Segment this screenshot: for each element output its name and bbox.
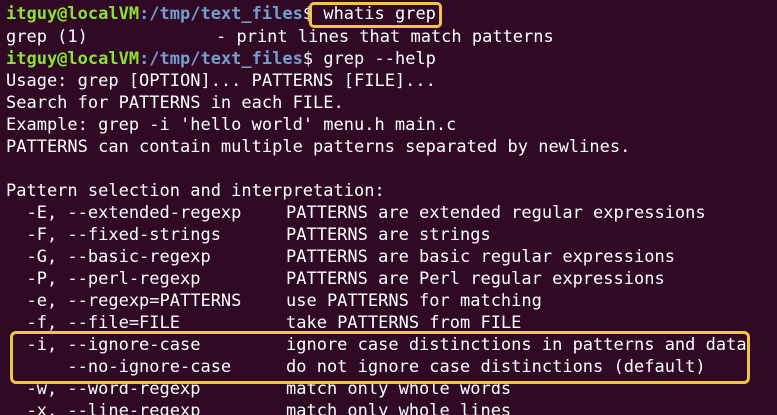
prompt-path: :/tmp/text_files [139,4,303,24]
option-desc: ignore case distinctions in patterns and… [286,335,747,355]
prompt-user: itguy@localVM [6,4,140,24]
option-flag: -G, --basic-regexp [6,247,211,267]
prompt-user: itguy@localVM [6,49,140,69]
option-flag: -x, --line-regexp [6,401,201,415]
command-help: grep --help [323,49,436,69]
help-usage: Usage: grep [OPTION]... PATTERNS [FILE].… [6,71,436,91]
prompt-path: :/tmp/text_files [139,49,303,69]
option-flag: -i, --ignore-case [6,335,201,355]
whatis-desc: - print lines that match patterns [216,27,554,47]
command-whatis: whatis grep [323,4,436,24]
option-flag: --no-ignore-case [6,357,232,377]
option-flag: -e, --regexp=PATTERNS [6,291,242,311]
option-desc: match only whole words [286,379,512,399]
terminal-window[interactable]: itguy@localVM:/tmp/text_files$ whatis gr… [0,0,777,415]
option-flag: -w, --word-regexp [6,379,201,399]
option-flag: -F, --fixed-strings [6,225,221,245]
option-desc: use PATTERNS for matching [286,291,542,311]
prompt-symbol: $ [302,49,314,69]
option-desc: do not ignore case distinctions (default… [286,357,706,377]
help-patterns-note: PATTERNS can contain multiple patterns s… [6,137,631,157]
prompt-line-1: itguy@localVM:/tmp/text_files$ whatis gr… [6,3,436,25]
option-desc: take PATTERNS from FILE [286,313,522,333]
prompt-line-2: itguy@localVM:/tmp/text_files$ grep --he… [6,48,436,70]
help-example: Example: grep -i 'hello world' menu.h ma… [6,115,457,135]
help-search: Search for PATTERNS in each FILE. [6,93,344,113]
help-section-title: Pattern selection and interpretation: [6,181,385,201]
option-desc: PATTERNS are extended regular expression… [286,203,706,223]
option-desc: PATTERNS are Perl regular expressions [286,269,665,289]
prompt-symbol: $ [302,4,314,24]
option-flag: -P, --perl-regexp [6,269,201,289]
option-desc: PATTERNS are strings [286,225,491,245]
option-desc: PATTERNS are basic regular expressions [286,247,675,267]
option-desc: match only whole lines [286,401,512,415]
option-flag: -f, --file=FILE [6,313,180,333]
option-flag: -E, --extended-regexp [6,203,242,223]
whatis-name: grep (1) [6,27,88,47]
